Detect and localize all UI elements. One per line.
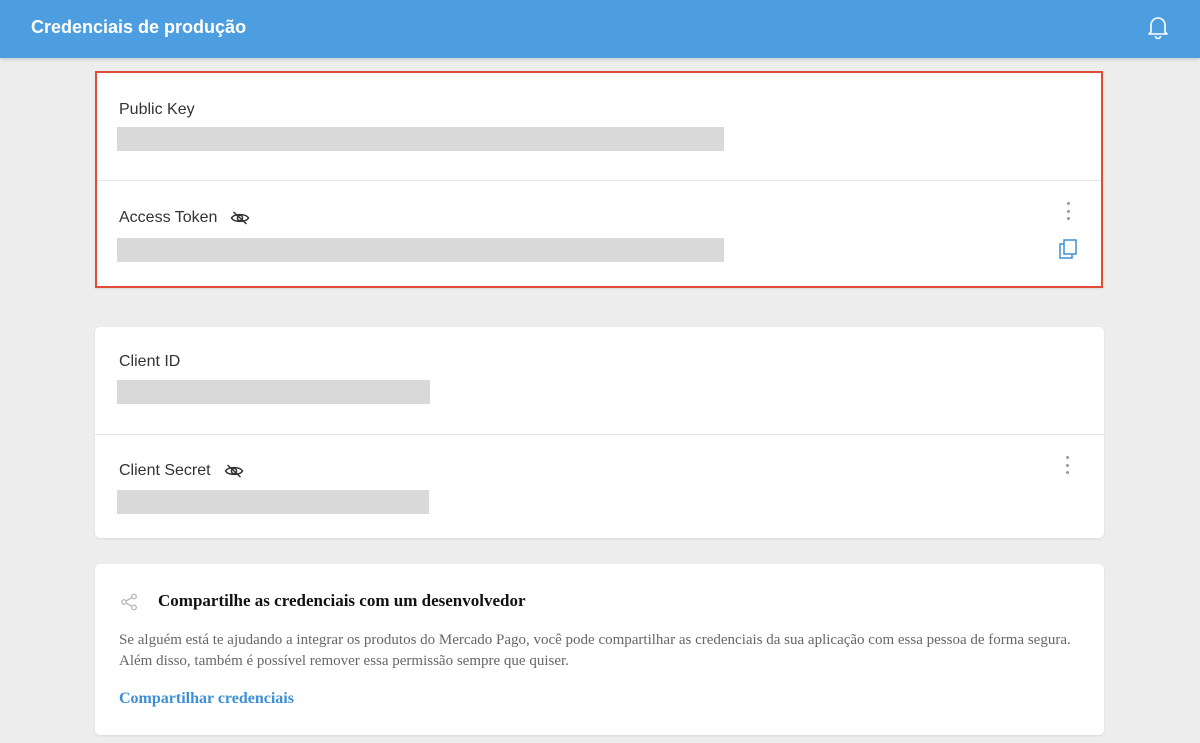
- share-description: Se alguém está te ajudando a integrar os…: [119, 632, 1071, 669]
- public-key-value: [117, 127, 724, 151]
- client-id-value: [117, 380, 430, 404]
- access-token-label: Access Token: [119, 209, 250, 227]
- kebab-menu-icon[interactable]: [1064, 456, 1070, 474]
- client-credentials-card: Client ID Client Secret: [95, 327, 1104, 538]
- top-bar: Credenciais de produção: [0, 0, 1200, 58]
- share-icon: [121, 593, 137, 611]
- production-credentials-card: Public Key Access Token: [95, 71, 1103, 288]
- client-id-label: Client ID: [119, 353, 181, 370]
- access-token-value: [117, 238, 724, 262]
- share-title: Compartilhe as credenciais com um desenv…: [158, 591, 526, 610]
- client-secret-value: [117, 490, 429, 514]
- bell-icon[interactable]: [1146, 14, 1170, 40]
- eye-off-icon[interactable]: [224, 463, 244, 479]
- page-title: Credenciais de produção: [31, 17, 247, 37]
- share-credentials-link[interactable]: Compartilhar credenciais: [119, 690, 294, 708]
- kebab-menu-icon[interactable]: [1065, 202, 1071, 220]
- copy-icon[interactable]: [1059, 239, 1077, 259]
- client-secret-label: Client Secret: [119, 462, 244, 480]
- public-key-label: Public Key: [119, 101, 195, 118]
- divider: [97, 180, 1101, 181]
- divider: [95, 434, 1104, 435]
- eye-off-icon[interactable]: [230, 210, 250, 226]
- share-credentials-card: Compartilhe as credenciais com um desenv…: [95, 564, 1104, 735]
